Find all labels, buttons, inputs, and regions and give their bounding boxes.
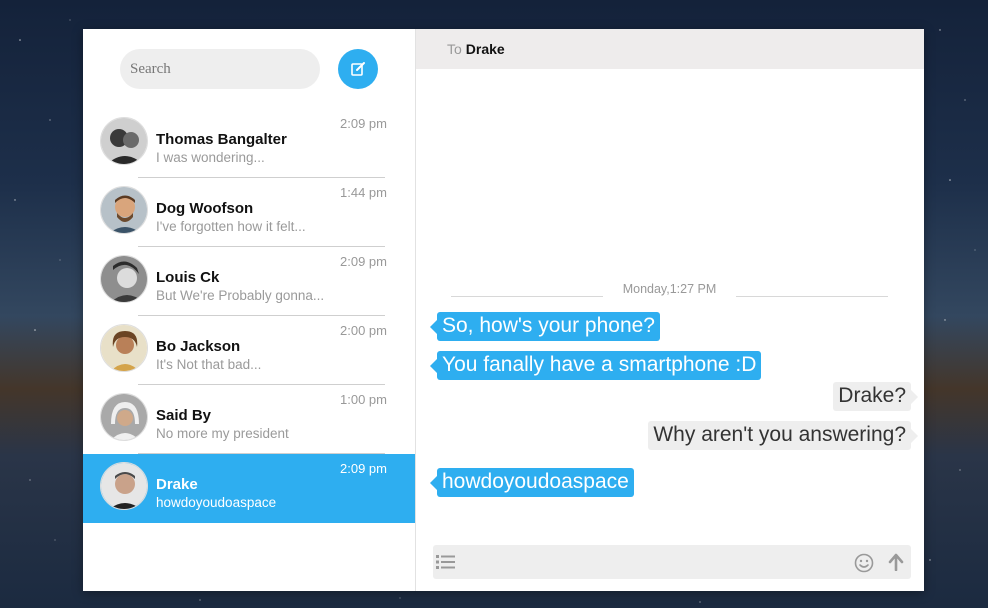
contact-preview: It's Not that bad... (156, 357, 262, 372)
contact-time: 1:44 pm (340, 185, 387, 200)
message-bubble-incoming: howdoyoudoaspace (430, 468, 634, 497)
message-bubble-incoming: You fanally have a smartphone :D (429, 351, 762, 380)
contact-time: 2:09 pm (340, 254, 387, 269)
contact-item[interactable]: Bo Jackson It's Not that bad... 2:00 pm (83, 316, 415, 385)
recipient-name: Drake (465, 41, 505, 57)
contact-preview: No more my president (156, 426, 289, 441)
avatar (100, 186, 148, 234)
search-input[interactable] (120, 49, 320, 89)
day-separator-label: Monday,1:27 PM (622, 282, 717, 296)
avatar (100, 324, 148, 372)
contact-item[interactable]: Dog Woofson I've forgotten how it felt..… (83, 178, 415, 247)
contact-time: 2:09 pm (340, 461, 387, 476)
avatar (100, 117, 148, 165)
contact-time: 1:00 pm (340, 392, 387, 407)
contact-preview: I've forgotten how it felt... (156, 219, 306, 234)
contact-name: Bo Jackson (156, 338, 241, 355)
avatar (100, 462, 148, 510)
message-input[interactable] (469, 545, 849, 579)
list-icon[interactable] (436, 554, 456, 570)
message-bubble-outgoing: Why aren't you answering? (648, 421, 918, 450)
message-composer (433, 545, 911, 579)
compose-button[interactable] (338, 49, 378, 89)
contact-time: 2:00 pm (340, 323, 387, 338)
compose-icon (351, 62, 365, 76)
contact-item[interactable]: Louis Ck But We're Probably gonna... 2:0… (83, 247, 415, 316)
chat-header: To Drake (416, 29, 924, 69)
day-separator: Monday,1:27 PM (451, 282, 888, 297)
contact-item[interactable]: Said By No more my president 1:00 pm (83, 385, 415, 454)
contact-time: 2:09 pm (340, 116, 387, 131)
sidebar-header (83, 29, 415, 109)
avatar (100, 393, 148, 441)
smiley-icon[interactable] (854, 553, 874, 573)
contacts-sidebar: Thomas Bangalter I was wondering... 2:09… (83, 29, 416, 591)
contact-name: Drake (156, 476, 198, 493)
contact-preview: But We're Probably gonna... (156, 288, 325, 303)
contact-preview: I was wondering... (156, 150, 265, 165)
send-arrow-icon[interactable] (887, 553, 905, 571)
contact-item-active[interactable]: Drake howdoyoudoaspace 2:09 pm (83, 454, 415, 523)
message-bubble-incoming: So, how's your phone? (430, 312, 660, 341)
contact-name: Thomas Bangalter (156, 131, 287, 148)
to-label: To (447, 41, 462, 57)
contact-name: Said By (156, 407, 212, 424)
contact-name: Louis Ck (156, 269, 220, 286)
contact-preview: howdoyoudoaspace (156, 495, 277, 510)
contact-name: Dog Woofson (156, 200, 254, 217)
chat-panel: To Drake Monday,1:27 PM So, how's your p… (416, 29, 924, 591)
contact-item[interactable]: Thomas Bangalter I was wondering... 2:09… (83, 109, 415, 178)
messenger-window: Thomas Bangalter I was wondering... 2:09… (83, 29, 924, 591)
avatar (100, 255, 148, 303)
message-bubble-outgoing: Drake? (833, 382, 918, 411)
